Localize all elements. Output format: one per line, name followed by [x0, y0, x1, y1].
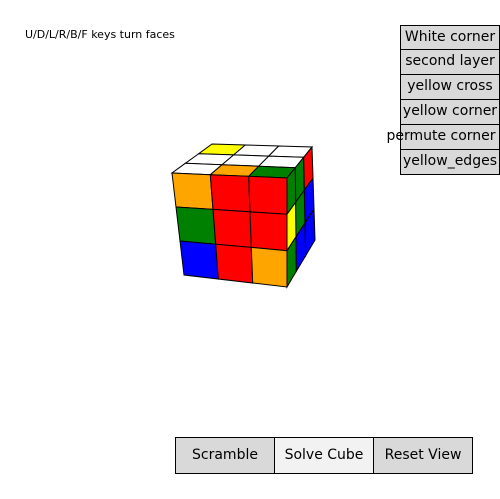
permute-corner-label: permute corner: [386, 128, 496, 144]
yellow-edges-button[interactable]: yellow_edges: [400, 150, 500, 175]
bottom-toolbar: Scramble Solve Cube Reset View: [175, 437, 473, 474]
front-face-sticker-1-2: [249, 211, 288, 252]
front-face-sticker-2-0: [179, 240, 219, 280]
front-face-sticker-1-0: [175, 206, 217, 245]
front-face-sticker-2-1: [215, 243, 254, 284]
front-face-sticker-0-1: [209, 174, 251, 213]
front-face-sticker-0-2: [248, 175, 288, 215]
scramble-button[interactable]: Scramble: [175, 437, 275, 474]
reset-view-button[interactable]: Reset View: [373, 437, 473, 474]
yellow-cross-button[interactable]: yellow cross: [400, 75, 500, 100]
yellow-corner-button[interactable]: yellow corner: [400, 100, 500, 125]
second-layer-button[interactable]: second layer: [400, 50, 500, 75]
solver-step-panel: White corner second layer yellow cross y…: [386, 25, 500, 175]
solve-cube-button[interactable]: Solve Cube: [274, 437, 374, 474]
front-face-sticker-0-0: [171, 172, 214, 210]
front-face-sticker-2-2: [250, 246, 288, 288]
permute-corner-button[interactable]: permute corner: [386, 125, 500, 150]
white-corner-button[interactable]: White corner: [400, 25, 500, 50]
front-face-sticker-1-1: [212, 208, 252, 248]
